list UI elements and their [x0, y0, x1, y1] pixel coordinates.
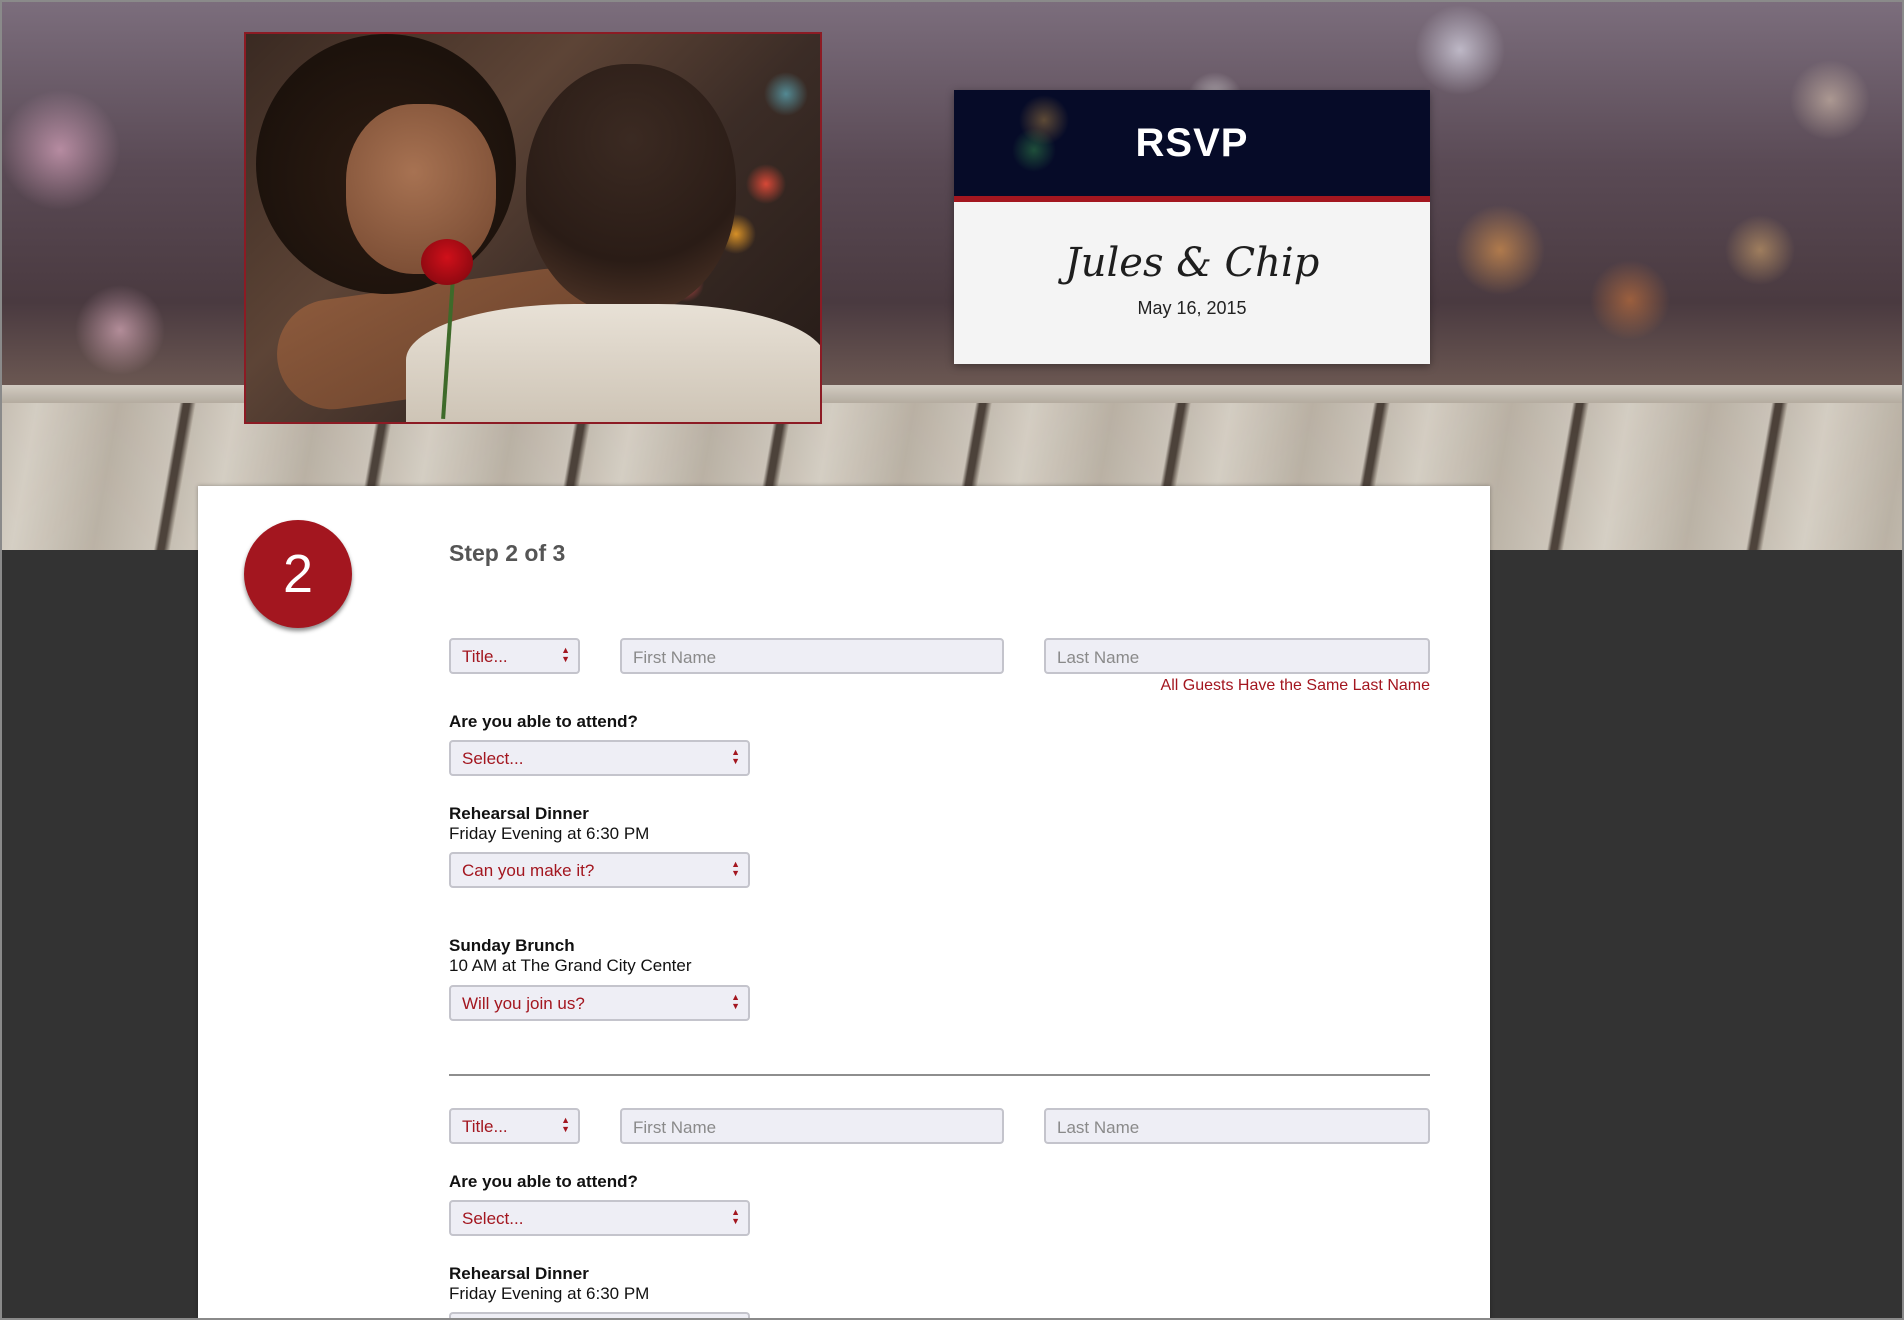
guest-1-attend-select[interactable]: Select... ▲ ▼ — [449, 740, 750, 776]
guest-2-first-name-field[interactable]: First Name — [620, 1108, 1004, 1144]
couple-names: Jules & Chip — [1064, 240, 1320, 286]
guest-2-title-select[interactable]: Title... ▲ ▼ — [449, 1108, 580, 1144]
guest-divider — [449, 1074, 1430, 1076]
up-down-arrows-icon: ▲ ▼ — [731, 992, 740, 1011]
guest-1-brunch-title: Sunday Brunch — [449, 936, 575, 955]
guest-1-last-name-field[interactable]: Last Name — [1044, 638, 1430, 674]
guest-1-rehearsal-title: Rehearsal Dinner — [449, 804, 589, 823]
couple-photo — [244, 32, 822, 424]
guest-2-rehearsal-subtitle: Friday Evening at 6:30 PM — [449, 1284, 650, 1303]
guest-1-brunch-subtitle: 10 AM at The Grand City Center — [449, 956, 692, 975]
guest-2-rehearsal-title: Rehearsal Dinner — [449, 1264, 589, 1283]
up-down-arrows-icon: ▲ ▼ — [561, 645, 570, 664]
guest-1-brunch-select[interactable]: Will you join us? ▲ ▼ — [449, 985, 750, 1021]
guest-2-attend-select[interactable]: Select... ▲ ▼ — [449, 1200, 750, 1236]
rsvp-title: RSVP — [1135, 120, 1249, 165]
step-label: Step 2 of 3 — [449, 540, 566, 566]
rsvp-card-header: RSVP — [954, 90, 1430, 202]
rsvp-form-panel: 2 Step 2 of 3 Title... ▲ ▼ First Name Las… — [198, 486, 1490, 1320]
guest-1-rehearsal-select[interactable]: Can you make it? ▲ ▼ — [449, 852, 750, 888]
guest-2-rehearsal-select[interactable] — [449, 1312, 750, 1320]
up-down-arrows-icon: ▲ ▼ — [731, 747, 740, 766]
last-name-hint: All Guests Have the Same Last Name — [1160, 677, 1430, 694]
up-down-arrows-icon: ▲ ▼ — [731, 1207, 740, 1226]
up-down-arrows-icon: ▲ ▼ — [731, 859, 740, 878]
rsvp-card: RSVP Jules & Chip May 16, 2015 — [954, 90, 1430, 364]
rose-icon — [421, 239, 473, 285]
hero-banner: RSVP Jules & Chip May 16, 2015 — [0, 0, 1904, 550]
guest-1-title-select[interactable]: Title... ▲ ▼ — [449, 638, 580, 674]
step-number-badge: 2 — [244, 520, 352, 628]
guest-2-last-name-field[interactable]: Last Name — [1044, 1108, 1430, 1144]
guest-2-attend-question: Are you able to attend? — [449, 1172, 638, 1191]
event-date: May 16, 2015 — [1137, 298, 1247, 318]
guest-1-first-name-field[interactable]: First Name — [620, 638, 1004, 674]
rsvp-card-body: Jules & Chip May 16, 2015 — [954, 202, 1430, 364]
guest-1-attend-question: Are you able to attend? — [449, 712, 638, 731]
up-down-arrows-icon: ▲ ▼ — [561, 1115, 570, 1134]
guest-1-rehearsal-subtitle: Friday Evening at 6:30 PM — [449, 824, 650, 843]
